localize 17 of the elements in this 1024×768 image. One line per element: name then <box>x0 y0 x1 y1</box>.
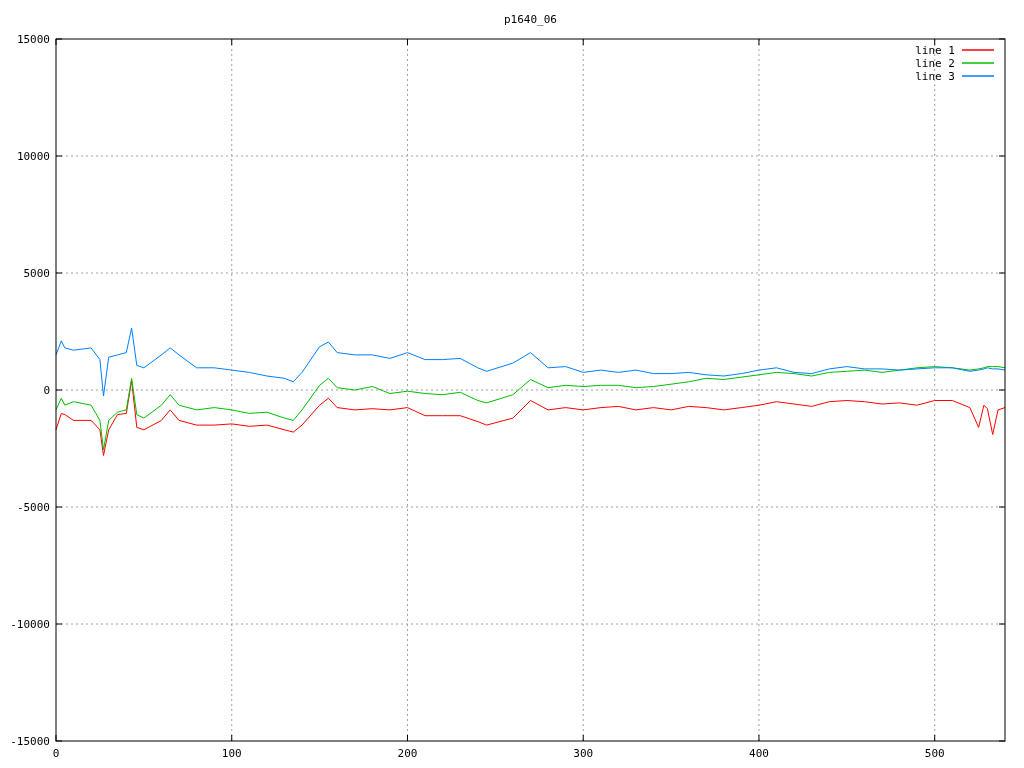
y-tick-label: -10000 <box>10 618 50 631</box>
legend-label: line 2 <box>915 57 955 70</box>
x-tick-label: 500 <box>924 747 945 760</box>
x-tick-label: 300 <box>573 747 594 760</box>
x-tick-label: 200 <box>397 747 418 760</box>
y-tick-label: 15000 <box>16 33 50 46</box>
chart-title: p1640_06 <box>504 13 557 26</box>
y-tick-label: -15000 <box>10 735 50 748</box>
legend-label: line 1 <box>915 44 955 57</box>
x-tick-label: 0 <box>52 747 60 760</box>
x-tick-label: 400 <box>749 747 769 760</box>
y-tick-label: -5000 <box>16 501 50 514</box>
x-tick-label: 100 <box>221 747 242 760</box>
y-tick-label: 5000 <box>23 267 50 280</box>
y-tick-label: 0 <box>43 384 50 397</box>
y-tick-label: 10000 <box>16 150 50 163</box>
legend-label: line 3 <box>915 70 955 83</box>
